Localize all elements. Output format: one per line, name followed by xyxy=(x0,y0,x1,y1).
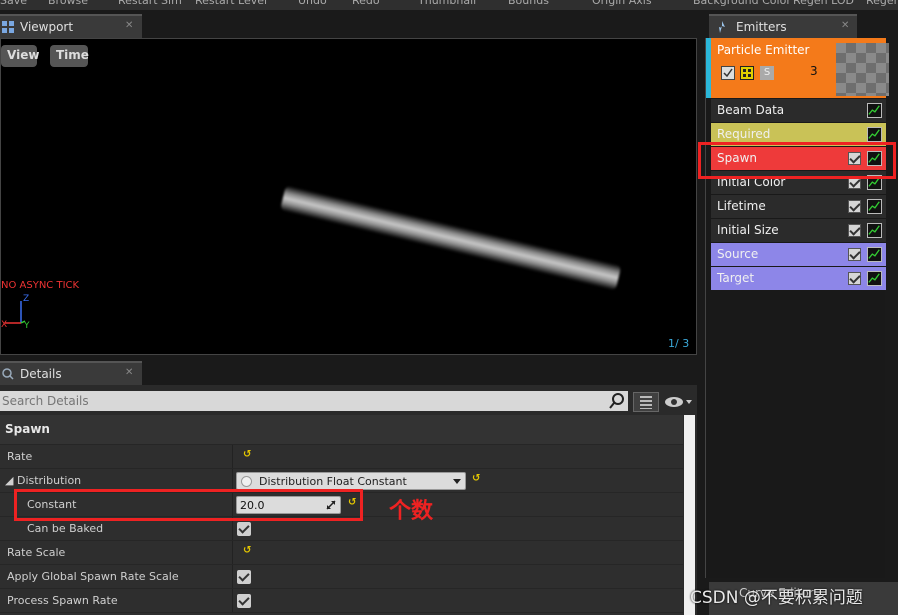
watermark: CSDN @不要积累问题 xyxy=(690,588,863,608)
module-label: Beam Data xyxy=(717,103,785,117)
toolbar-item[interactable]: Background Color xyxy=(693,0,791,7)
tab-emitters[interactable]: Emitters ✕ xyxy=(709,14,857,38)
apply-global-label: Apply Global Spawn Rate Scale xyxy=(7,570,179,583)
module-label: Lifetime xyxy=(717,199,766,213)
module-source[interactable]: Source xyxy=(711,243,886,266)
toolbar-item[interactable]: Bounds xyxy=(508,0,549,7)
emitters-panel: Particle Emitter S 3 Beam Data Required Sp… xyxy=(705,38,889,578)
module-enable-checkbox[interactable] xyxy=(848,224,861,237)
row-apply-global: Apply Global Spawn Rate Scale xyxy=(0,565,683,589)
curve-graph-icon[interactable] xyxy=(867,247,882,262)
beam-particle-preview xyxy=(279,185,622,291)
axis-gizmo-icon: Z X Y xyxy=(1,294,30,331)
distribution-label-text: Distribution xyxy=(16,474,82,487)
row-process-spawn-rate: Process Spawn Rate xyxy=(0,589,683,613)
viewport-canvas[interactable]: View Time NO ASYNC TICK Z X Y 1/ 3 xyxy=(0,38,697,355)
toolbar-item[interactable]: Browse xyxy=(48,0,88,7)
module-beam-data[interactable]: Beam Data xyxy=(711,99,886,122)
axis-z-label: Z xyxy=(23,294,29,304)
highlight-constant-row xyxy=(14,489,363,521)
emitter-name: Particle Emitter xyxy=(717,43,810,57)
module-label: Required xyxy=(717,127,771,141)
axis-y-label: Y xyxy=(23,321,30,331)
module-label: Source xyxy=(717,247,759,261)
module-lifetime[interactable]: Lifetime xyxy=(711,195,886,218)
highlight-spawn-module xyxy=(698,142,896,179)
module-label: Target xyxy=(717,271,755,285)
viewport-tab-label: Viewport xyxy=(20,20,74,34)
rate-scale-label: Rate Scale xyxy=(7,546,66,559)
tab-details[interactable]: Details ✕ xyxy=(0,361,142,385)
distribution-select-value: Distribution Float Constant xyxy=(259,475,407,488)
async-tick-warning: NO ASYNC TICK xyxy=(1,280,80,291)
module-enable-checkbox[interactable] xyxy=(848,200,861,213)
toolbar-item[interactable]: Undo xyxy=(298,0,327,7)
can-be-baked-checkbox[interactable] xyxy=(237,522,251,536)
close-icon[interactable]: ✕ xyxy=(125,20,133,31)
main-toolbar: Save Browse Restart Sim Restart Level Undo Re… xyxy=(0,0,898,10)
curve-graph-icon[interactable] xyxy=(867,223,882,238)
toolbar-item[interactable]: Restart Level xyxy=(195,0,267,7)
toolbar-item[interactable]: Restart Sim xyxy=(118,0,182,7)
eye-icon[interactable] xyxy=(664,394,694,410)
process-spawn-rate-checkbox[interactable] xyxy=(237,594,251,608)
annotation-text: 个数 xyxy=(389,499,434,524)
can-be-baked-label: Can be Baked xyxy=(27,522,104,535)
emitter-particle-count: 3 xyxy=(810,64,818,78)
chevron-down-icon xyxy=(686,400,692,404)
reset-icon[interactable]: ↺ xyxy=(472,473,480,484)
toolbar-item[interactable]: Redo xyxy=(352,0,380,7)
curve-graph-icon[interactable] xyxy=(867,271,882,286)
search-details-input[interactable] xyxy=(0,391,628,411)
curve-graph-icon[interactable] xyxy=(867,199,882,214)
apply-global-checkbox[interactable] xyxy=(237,570,251,584)
row-rate: Rate ↺ xyxy=(0,445,683,469)
emitter-icon xyxy=(719,21,725,33)
rate-label: Rate xyxy=(7,450,33,463)
frame-counter: 1/ 3 xyxy=(668,337,690,350)
chevron-down-icon xyxy=(453,479,461,484)
process-spawn-rate-label: Process Spawn Rate xyxy=(7,594,118,607)
toolbar-item[interactable]: Origin Axis xyxy=(592,0,652,7)
reset-icon[interactable]: ↺ xyxy=(243,545,251,556)
distribution-select[interactable]: Distribution Float Constant xyxy=(236,472,466,490)
close-icon[interactable]: ✕ xyxy=(841,20,849,31)
emitter-thumbnail xyxy=(836,43,889,96)
toolbar-item[interactable]: Thumbnail xyxy=(418,0,476,7)
details-tab-label: Details xyxy=(20,367,62,381)
reset-icon[interactable]: ↺ xyxy=(243,449,251,460)
search-row xyxy=(0,391,697,413)
distribution-label: ◢ Distribution xyxy=(5,474,82,487)
grid-icon xyxy=(640,396,652,409)
module-enable-checkbox[interactable] xyxy=(848,272,861,285)
time-button[interactable]: Time xyxy=(50,45,89,67)
distribution-type-icon xyxy=(241,476,252,487)
property-matrix-button[interactable] xyxy=(633,392,659,412)
curve-graph-icon[interactable] xyxy=(867,103,882,118)
viewport-icon xyxy=(2,21,14,33)
curve-graph-icon[interactable] xyxy=(867,127,882,142)
close-icon[interactable]: ✕ xyxy=(125,367,133,378)
view-button[interactable]: View xyxy=(1,45,39,67)
module-enable-checkbox[interactable] xyxy=(848,248,861,261)
toolbar-item[interactable]: Save xyxy=(0,0,27,7)
module-target[interactable]: Target xyxy=(711,267,886,290)
emitter-header[interactable]: Particle Emitter S 3 xyxy=(706,38,889,98)
category-label: Spawn xyxy=(5,422,50,436)
axis-x-label: X xyxy=(1,320,7,330)
row-rate-scale: Rate Scale ↺ xyxy=(0,541,683,565)
emitters-tab-label: Emitters xyxy=(736,20,787,34)
render-mode-icon[interactable] xyxy=(740,66,754,80)
module-label: Initial Size xyxy=(717,223,779,237)
tab-viewport[interactable]: Viewport ✕ xyxy=(0,14,142,38)
solo-button[interactable]: S xyxy=(760,66,774,80)
details-icon xyxy=(2,368,14,380)
emitter-enable-checkbox[interactable] xyxy=(721,66,735,80)
search-icon[interactable] xyxy=(608,392,626,410)
module-initial-size[interactable]: Initial Size xyxy=(711,219,886,242)
category-spawn[interactable]: Spawn xyxy=(0,415,683,445)
toolbar-item[interactable]: Regen LOD xyxy=(793,0,854,7)
toolbar-item[interactable]: Regen xyxy=(866,0,898,7)
